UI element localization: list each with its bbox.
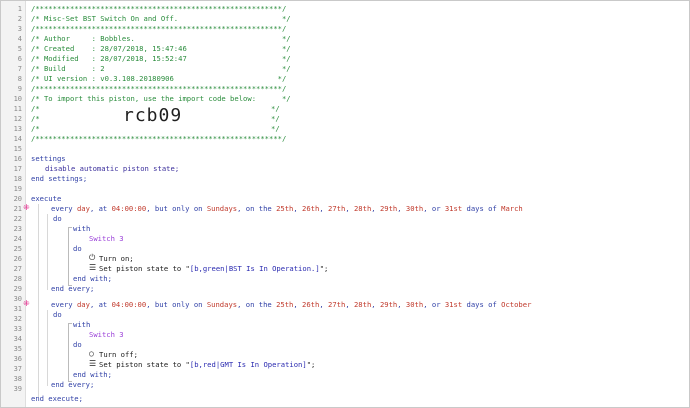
execute-end: end execute; — [31, 394, 83, 403]
comment-import-note: /* To import this piston, use the import… — [31, 94, 291, 103]
line-number: 22 — [13, 215, 22, 223]
do-keyword: do — [73, 244, 82, 253]
with-keyword[interactable]: with — [73, 320, 90, 330]
line-number: 2 — [17, 15, 22, 23]
line-number: 34 — [13, 335, 22, 343]
do-keyword: do — [73, 340, 82, 349]
line-number: 35 — [13, 345, 22, 353]
do-keyword: do — [53, 214, 62, 223]
line-number: 20 — [13, 195, 22, 203]
line-number: 17 — [13, 165, 22, 173]
line-number: 11 — [13, 105, 22, 113]
line-number: 27 — [13, 265, 22, 273]
comment-build: /* Build : 2 */ — [31, 64, 291, 73]
end-with: end with; — [73, 370, 112, 379]
comment-border: /***************************************… — [31, 134, 287, 143]
device-name[interactable]: Switch 3 — [89, 330, 124, 340]
line-number: 31 — [13, 305, 22, 313]
comment-title: /* Misc-Set BST Switch On and Off. */ — [31, 14, 291, 23]
every-statement[interactable]: every day, at 04:00:00, but only on Sund… — [51, 300, 531, 310]
line-number: 4 — [17, 35, 22, 43]
comment-blank: /* — [31, 104, 40, 113]
comment-blank: /* — [31, 124, 40, 133]
line-number: 37 — [13, 365, 22, 373]
comment-created: /* Created : 28/07/2018, 15:47:46 */ — [31, 44, 291, 53]
do-keyword: do — [53, 310, 62, 319]
list-icon: ☰ — [89, 359, 97, 368]
line-number: 19 — [13, 185, 22, 193]
line-number: 1 — [17, 5, 22, 13]
line-number: 3 — [17, 25, 22, 33]
line-number: 9 — [17, 85, 22, 93]
import-code[interactable]: rcb09 — [123, 105, 182, 126]
line-number: 7 — [17, 65, 22, 73]
line-number: 6 — [17, 55, 22, 63]
pin-icon[interactable]: ⁜ — [23, 299, 30, 308]
line-number: 36 — [13, 355, 22, 363]
line-number: 32 — [13, 315, 22, 323]
every-indent-guide — [47, 214, 48, 290]
line-number: 33 — [13, 325, 22, 333]
settings-end[interactable]: end settings; — [31, 174, 87, 184]
line-number: 26 — [13, 255, 22, 263]
line-number: 8 — [17, 75, 22, 83]
line-number: 23 — [13, 225, 22, 233]
line-number: 13 — [13, 125, 22, 133]
comment-blank-end: */ — [271, 104, 280, 113]
line-number: 16 — [13, 155, 22, 163]
end-every: end every; — [51, 380, 95, 389]
device-name[interactable]: Switch 3 — [89, 234, 124, 244]
execute-keyword: execute — [31, 194, 62, 203]
comment-border: /***************************************… — [31, 84, 287, 93]
comment-border: /***************************************… — [31, 4, 287, 13]
line-number: 15 — [13, 145, 22, 153]
line-number: 24 — [13, 235, 22, 243]
action-set-state[interactable]: Set piston state to "[b,red|GMT Is In Op… — [99, 360, 315, 370]
line-number: 39 — [13, 385, 22, 393]
end-with: end with; — [73, 274, 112, 283]
end-every: end every; — [51, 284, 95, 293]
settings-keyword[interactable]: settings — [31, 154, 66, 164]
line-number: 14 — [13, 135, 22, 143]
comment-modified: /* Modified : 28/07/2018, 15:52:47 */ — [31, 54, 291, 63]
line-number: 38 — [13, 375, 22, 383]
comment-ui-version: /* UI version : v0.3.108.20180906 */ — [31, 74, 287, 83]
action-set-state[interactable]: Set piston state to "[b,green|BST Is In … — [99, 264, 328, 274]
comment-border: /***************************************… — [31, 24, 287, 33]
with-bracket — [68, 227, 72, 286]
power-icon: ⏻ — [89, 253, 96, 262]
line-number: 10 — [13, 95, 22, 103]
list-icon: ☰ — [89, 263, 97, 272]
comment-blank: /* — [31, 114, 40, 123]
execute-indent-guide — [38, 204, 39, 397]
pin-icon[interactable]: ⁜ — [23, 203, 30, 212]
action-turn-on[interactable]: Turn on; — [99, 254, 134, 264]
every-indent-guide — [47, 310, 48, 386]
comment-blank-end: */ — [271, 124, 280, 133]
line-number: 12 — [13, 115, 22, 123]
line-number: 29 — [13, 285, 22, 293]
power-off-icon: ○ — [89, 349, 94, 358]
every-statement[interactable]: every day, at 04:00:00, but only on Sund… — [51, 204, 523, 214]
comment-blank-end: */ — [271, 114, 280, 123]
with-bracket — [68, 323, 72, 382]
line-number: 18 — [13, 175, 22, 183]
settings-line[interactable]: disable automatic piston state; — [45, 164, 179, 174]
line-number: 28 — [13, 275, 22, 283]
line-number: 21 — [13, 205, 22, 213]
comment-author: /* Author : Bobbles. */ — [31, 34, 291, 43]
line-number: 25 — [13, 245, 22, 253]
line-number: 5 — [17, 45, 22, 53]
line-number: 30 — [13, 295, 22, 303]
with-keyword[interactable]: with — [73, 224, 90, 234]
action-turn-off[interactable]: Turn off; — [99, 350, 138, 360]
piston-code-view: 1 2 3 4 5 6 7 8 9 10 11 12 13 14 15 16 17 18 19 20 21 22 23 24 2… — [0, 0, 690, 408]
